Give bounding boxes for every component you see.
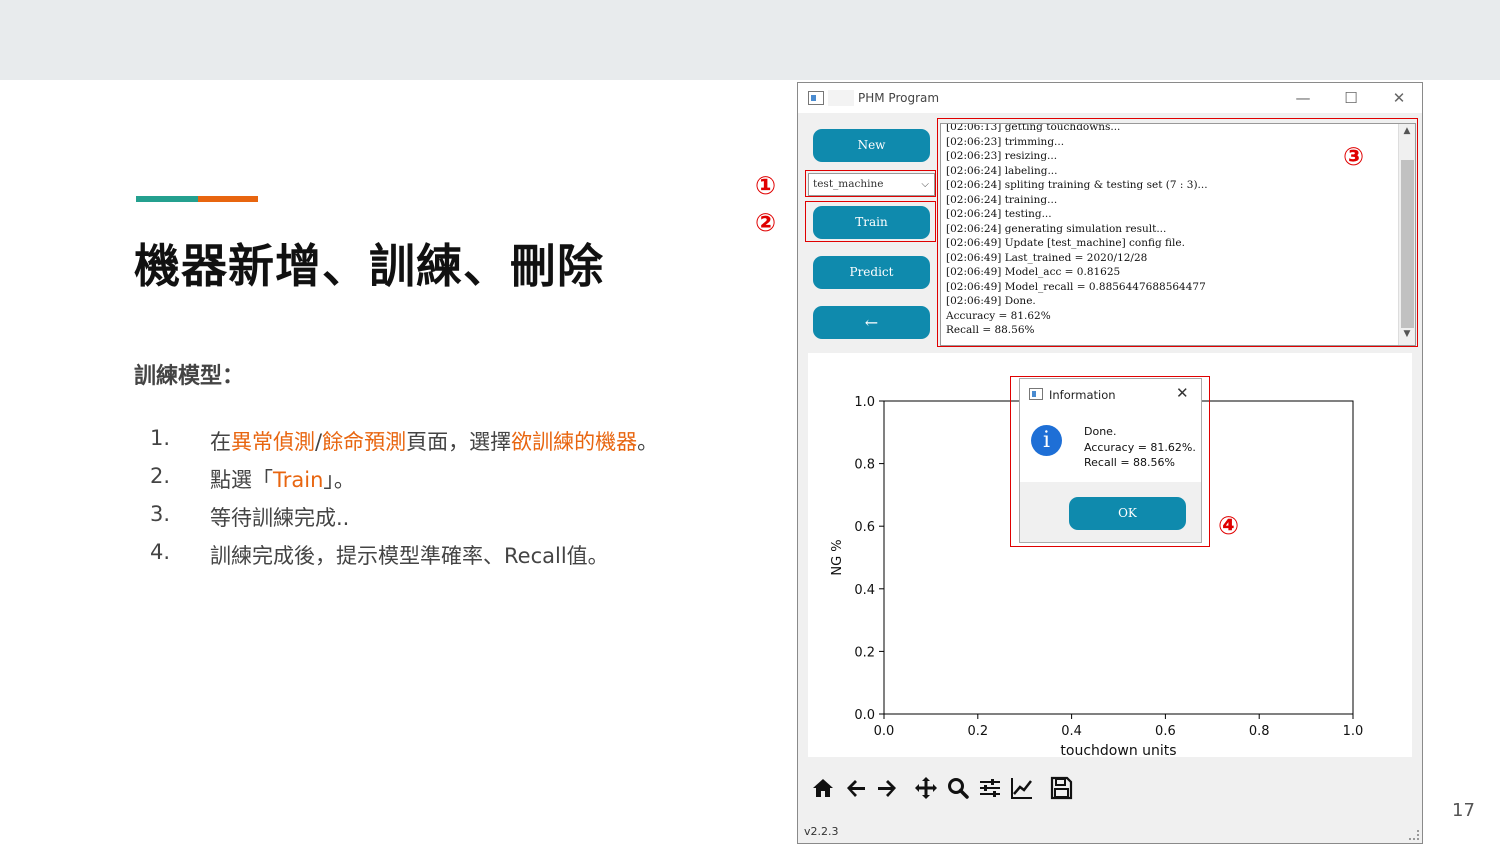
plot-toolbar <box>808 769 1108 809</box>
annotation-box-dialog <box>1010 376 1210 547</box>
y-tick-label: 1.0 <box>854 395 875 410</box>
home-icon[interactable] <box>810 775 836 801</box>
step-highlight: Train <box>273 468 324 492</box>
maximize-button[interactable]: ☐ <box>1336 87 1366 109</box>
step-number: 3. <box>150 502 171 526</box>
slide-top-band <box>0 0 1500 80</box>
configure-subplots-icon[interactable] <box>977 775 1003 801</box>
steps-list: 1. 在異常偵測/餘命預測頁面，選擇欲訓練的機器。 2. 點選「Train」。 3. 等待… <box>150 426 790 578</box>
step-item: 3. 等待訓練完成.. <box>150 502 790 540</box>
step-highlight: 欲訓練的機器 <box>511 430 638 454</box>
annotation-marker-2: ② <box>755 208 777 237</box>
window-titlebar[interactable]: PHM Program — ☐ ✕ <box>798 83 1422 113</box>
y-axis-label: NG % <box>830 539 845 575</box>
x-tick-label: 0.4 <box>1061 724 1082 739</box>
accent-bar-orange <box>198 196 258 202</box>
step-text: 等待訓練完成.. <box>210 502 349 540</box>
section-label: 訓練模型： <box>134 364 245 389</box>
y-tick-label: 0.8 <box>854 458 875 473</box>
save-icon[interactable] <box>1048 775 1074 801</box>
forward-arrow-icon[interactable] <box>874 775 900 801</box>
step-text: 訓練完成後，提示模型準確率、Recall值。 <box>210 540 609 578</box>
step-text-part: 。 <box>637 430 659 454</box>
step-text-part: 頁面，選擇 <box>406 430 512 454</box>
step-text-part: 」。 <box>323 468 355 492</box>
accent-bar-teal <box>136 196 198 202</box>
new-button[interactable]: New <box>813 129 930 162</box>
back-button[interactable]: ← <box>813 306 930 339</box>
app-icon <box>808 91 824 105</box>
step-text-part: 等待訓練完成.. <box>210 506 350 530</box>
step-text-part: 訓練完成後，提示模型準確率、Recall值。 <box>210 544 609 568</box>
step-highlight: 餘命預測 <box>322 430 407 454</box>
step-number: 2. <box>150 464 171 488</box>
minimize-button[interactable]: — <box>1288 87 1318 109</box>
x-tick-label: 0.6 <box>1155 724 1176 739</box>
edit-axis-icon[interactable] <box>1009 775 1035 801</box>
step-number: 4. <box>150 540 171 564</box>
y-tick-label: 0.4 <box>854 583 875 598</box>
x-axis-label: touchdown units <box>1060 743 1176 757</box>
annotation-marker-3: ③ <box>1343 142 1365 171</box>
x-tick-label: 0.0 <box>874 724 895 739</box>
y-tick-label: 0.0 <box>854 708 875 723</box>
x-tick-label: 0.2 <box>967 724 988 739</box>
step-item: 4. 訓練完成後，提示模型準確率、Recall值。 <box>150 540 790 578</box>
version-label: v2.2.3 <box>804 825 839 838</box>
step-text-part: 點選「 <box>210 468 273 492</box>
annotation-box-train <box>805 201 936 242</box>
y-tick-label: 0.2 <box>854 645 875 660</box>
step-item: 1. 在異常偵測/餘命預測頁面，選擇欲訓練的機器。 <box>150 426 790 464</box>
annotation-marker-4: ④ <box>1218 511 1240 540</box>
step-number: 1. <box>150 426 171 450</box>
close-button[interactable]: ✕ <box>1384 87 1414 109</box>
pan-icon[interactable] <box>913 775 939 801</box>
annotation-marker-1: ① <box>755 171 777 200</box>
predict-button[interactable]: Predict <box>813 256 930 289</box>
page-number: 17 <box>1452 800 1475 821</box>
step-text: 點選「Train」。 <box>210 464 355 502</box>
step-highlight: 異常偵測 <box>231 430 315 454</box>
slide-title: 機器新增、訓練、刪除 <box>134 239 604 293</box>
step-text-part: 在 <box>210 430 231 454</box>
back-arrow-icon[interactable] <box>843 775 869 801</box>
step-item: 2. 點選「Train」。 <box>150 464 790 502</box>
annotation-box-select <box>805 170 936 197</box>
resize-grip[interactable] <box>1409 830 1419 840</box>
zoom-icon[interactable] <box>945 775 971 801</box>
y-tick-label: 0.6 <box>854 520 875 535</box>
x-tick-label: 0.8 <box>1249 724 1270 739</box>
app-title-blank <box>828 90 854 106</box>
window-title: PHM Program <box>858 91 940 105</box>
x-tick-label: 1.0 <box>1343 724 1364 739</box>
step-text: 在異常偵測/餘命預測頁面，選擇欲訓練的機器。 <box>210 426 658 464</box>
